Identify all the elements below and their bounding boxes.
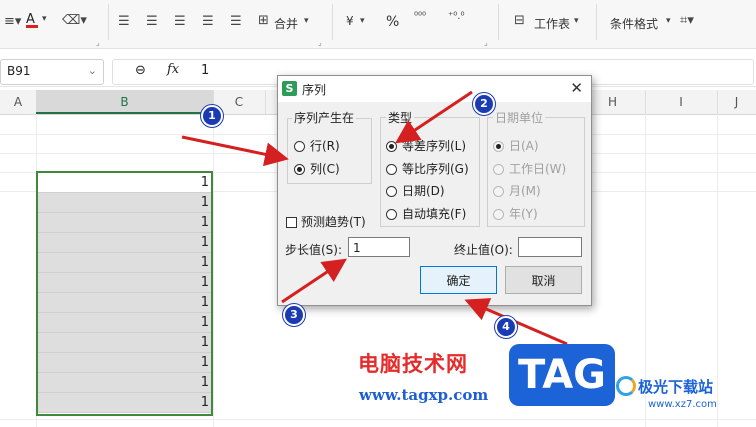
arrow-2 [395, 90, 473, 144]
step-badge-2: 2 [473, 93, 495, 115]
watermark-site-text: 电脑技术网 [358, 352, 468, 376]
arrow-4 [464, 298, 568, 346]
step-badge-3: 3 [283, 304, 305, 326]
arrow-3 [281, 258, 347, 304]
arrow-1 [181, 135, 289, 167]
aurora-logo-icon [616, 376, 636, 396]
watermark-site2-url: www.xz7.com [648, 399, 717, 410]
watermark-site2-name: 极光下载站 [638, 378, 714, 396]
step-badge-1: 1 [201, 105, 223, 127]
step-badge-4: 4 [495, 316, 517, 338]
watermark-site-url: www.tagxp.com [359, 386, 489, 404]
tag-logo: TAG [509, 344, 615, 406]
